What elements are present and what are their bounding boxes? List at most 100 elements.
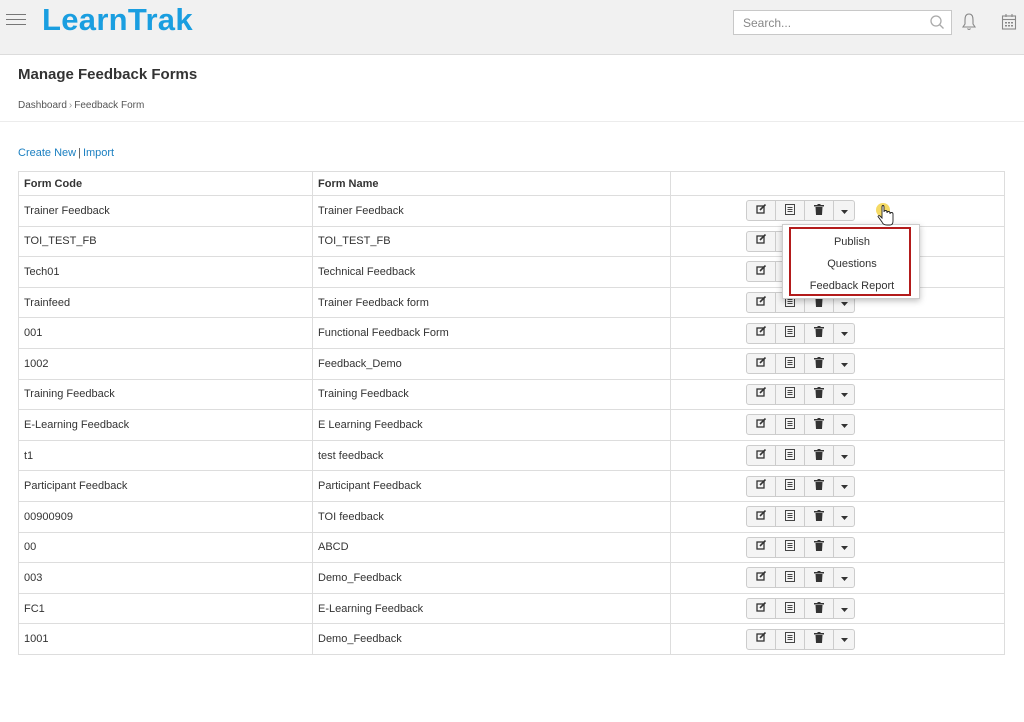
delete-button[interactable] <box>805 354 834 374</box>
view-button[interactable] <box>776 537 805 557</box>
view-button[interactable] <box>776 354 805 374</box>
edit-button[interactable] <box>747 354 776 374</box>
edit-button[interactable] <box>747 262 776 282</box>
search-box[interactable] <box>733 10 952 35</box>
delete-button[interactable] <box>805 629 834 649</box>
delete-button[interactable] <box>805 201 834 221</box>
view-button[interactable] <box>776 323 805 343</box>
form-name-cell: Functional Feedback Form <box>312 317 671 349</box>
form-name-cell: E-Learning Feedback <box>312 592 671 625</box>
view-button[interactable] <box>776 201 805 221</box>
top-bar: LearnTrak <box>0 0 1024 55</box>
form-name-cell: Technical Feedback <box>312 256 671 288</box>
hand-cursor-icon <box>876 203 894 226</box>
form-code-cell: 00 <box>18 531 313 564</box>
more-actions-button[interactable] <box>834 324 854 343</box>
edit-button[interactable] <box>747 629 776 649</box>
edit-button[interactable] <box>747 415 776 435</box>
view-button[interactable] <box>776 629 805 649</box>
actions-cell <box>670 409 1005 441</box>
more-actions-button[interactable] <box>834 201 854 220</box>
trash-icon <box>814 356 824 371</box>
more-actions-button[interactable] <box>834 538 854 557</box>
edit-button[interactable] <box>747 323 776 343</box>
more-actions-button[interactable] <box>834 630 854 649</box>
menu-item-questions[interactable]: Questions <box>783 258 921 270</box>
delete-button[interactable] <box>805 507 834 527</box>
app-logo[interactable]: LearnTrak <box>42 2 193 38</box>
delete-button[interactable] <box>805 384 834 404</box>
view-button[interactable] <box>776 599 805 619</box>
create-new-link[interactable]: Create New <box>18 147 76 159</box>
caret-down-icon <box>840 511 848 523</box>
form-code-cell: 00900909 <box>18 500 313 533</box>
menu-icon[interactable] <box>6 14 26 28</box>
search-input[interactable] <box>734 11 919 34</box>
edit-icon <box>755 632 767 646</box>
actions-cell <box>670 439 1005 472</box>
edit-button[interactable] <box>747 446 776 466</box>
form-name-cell: Demo_Feedback <box>312 562 671 594</box>
form-code-cell: FC1 <box>18 592 313 625</box>
form-code-cell: Tech01 <box>18 256 313 288</box>
edit-button[interactable] <box>747 537 776 557</box>
form-name-cell: Feedback_Demo <box>312 347 671 380</box>
more-actions-button[interactable] <box>834 507 854 526</box>
delete-button[interactable] <box>805 323 834 343</box>
edit-icon <box>755 509 767 524</box>
row-action-buttons <box>746 383 855 405</box>
edit-icon <box>755 234 767 248</box>
row-action-buttons <box>746 506 855 528</box>
edit-button[interactable] <box>747 507 776 527</box>
trash-icon <box>814 632 824 646</box>
edit-button[interactable] <box>747 476 776 496</box>
edit-button[interactable] <box>747 231 776 251</box>
list-icon <box>785 417 795 432</box>
search-icon[interactable] <box>929 14 945 30</box>
more-actions-button[interactable] <box>834 385 854 404</box>
edit-button[interactable] <box>747 201 776 221</box>
trash-icon <box>814 417 824 432</box>
delete-button[interactable] <box>805 476 834 496</box>
view-button[interactable] <box>776 446 805 466</box>
more-actions-button[interactable] <box>834 568 854 587</box>
page-title: Manage Feedback Forms <box>18 66 198 83</box>
more-actions-button[interactable] <box>834 599 854 618</box>
import-link[interactable]: Import <box>83 147 114 159</box>
edit-button[interactable] <box>747 599 776 619</box>
delete-button[interactable] <box>805 415 834 435</box>
view-button[interactable] <box>776 507 805 527</box>
menu-item-feedback-report[interactable]: Feedback Report <box>783 280 921 292</box>
delete-button[interactable] <box>805 568 834 588</box>
delete-button[interactable] <box>805 599 834 619</box>
menu-item-publish[interactable]: Publish <box>783 236 921 248</box>
caret-down-icon <box>840 388 848 400</box>
actions-cell <box>670 592 1005 625</box>
view-button[interactable] <box>776 415 805 435</box>
trash-icon <box>814 448 824 463</box>
row-action-buttons <box>746 200 855 222</box>
delete-button[interactable] <box>805 446 834 466</box>
view-button[interactable] <box>776 476 805 496</box>
view-button[interactable] <box>776 384 805 404</box>
calendar-icon[interactable] <box>1001 13 1017 31</box>
list-icon <box>785 509 795 524</box>
breadcrumb-dashboard[interactable]: Dashboard <box>18 100 67 111</box>
bell-icon[interactable] <box>961 12 977 32</box>
more-actions-button[interactable] <box>834 477 854 496</box>
form-code-cell: E-Learning Feedback <box>18 409 313 441</box>
trash-icon <box>814 387 824 401</box>
more-actions-button[interactable] <box>834 446 854 465</box>
edit-button[interactable] <box>747 568 776 588</box>
table-row: 00900909 TOI feedback <box>18 500 1005 533</box>
view-button[interactable] <box>776 568 805 588</box>
delete-button[interactable] <box>805 537 834 557</box>
more-actions-button[interactable] <box>834 415 854 434</box>
table-row: 1001 Demo_Feedback <box>18 623 1005 655</box>
list-icon <box>785 448 795 463</box>
edit-button[interactable] <box>747 384 776 404</box>
row-actions-menu: Publish Questions Feedback Report <box>782 224 920 299</box>
more-actions-button[interactable] <box>834 354 854 373</box>
edit-button[interactable] <box>747 293 776 313</box>
edit-icon <box>755 387 767 401</box>
